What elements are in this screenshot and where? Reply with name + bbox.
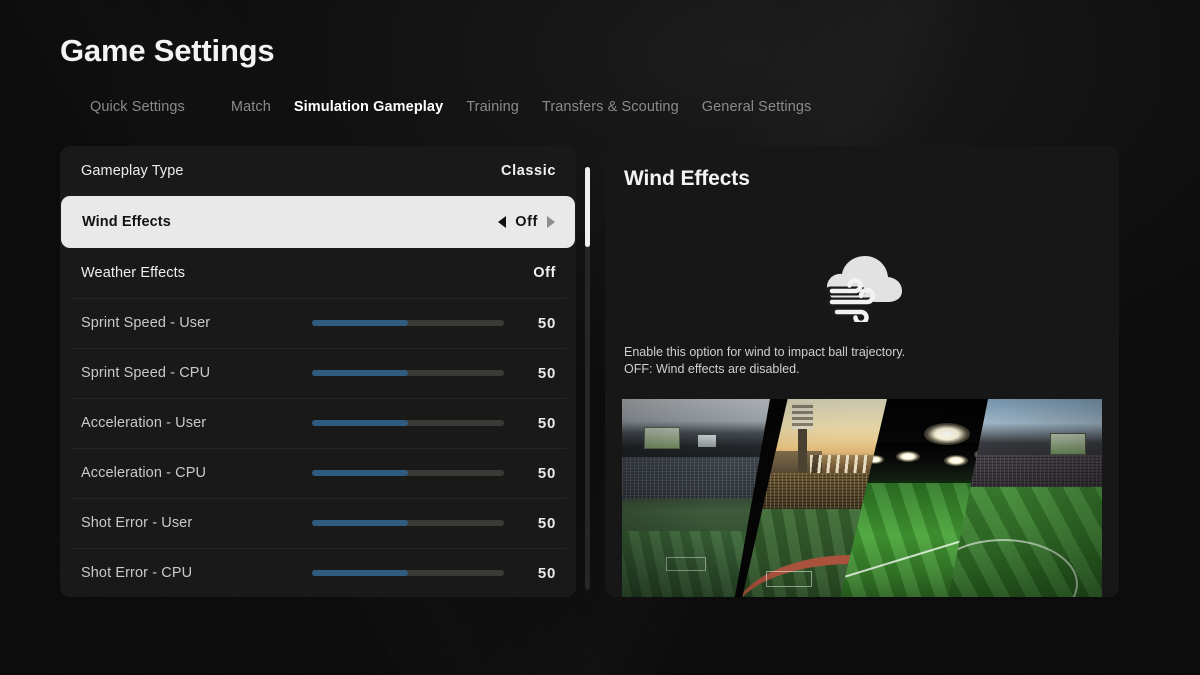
game-settings-screen: Game Settings Quick Settings Match Simulat… [0, 0, 1200, 675]
slider-fill [312, 520, 408, 526]
slider-track [312, 470, 504, 476]
settings-row-acceleration-user[interactable]: Acceleration - User 50 [60, 398, 576, 448]
settings-slider-value: 50 [537, 314, 556, 332]
settings-slider[interactable] [312, 370, 504, 376]
settings-row-label: Weather Effects [81, 265, 186, 281]
settings-row-sprint-speed-cpu[interactable]: Sprint Speed - CPU 50 [60, 348, 576, 398]
settings-list-scrollbar[interactable] [585, 167, 590, 590]
settings-row-label: Shot Error - User [81, 515, 193, 531]
settings-row-label: Sprint Speed - User [81, 315, 211, 331]
settings-row-value: Classic [501, 163, 556, 179]
tab-transfers-scouting[interactable]: Transfers & Scouting [519, 99, 679, 115]
settings-row-label: Sprint Speed - CPU [81, 365, 211, 381]
slider-track [312, 420, 504, 426]
settings-row-label: Gameplay Type [81, 163, 184, 179]
settings-row-label: Shot Error - CPU [81, 565, 193, 581]
settings-row-label: Acceleration - User [81, 415, 207, 431]
slider-fill [312, 320, 408, 326]
detail-description-line-1: Enable this option for wind to impact ba… [624, 345, 906, 359]
settings-row-acceleration-cpu[interactable]: Acceleration - CPU 50 [60, 448, 576, 498]
stadium-pane-1 [622, 399, 770, 597]
settings-slider-value: 50 [537, 464, 556, 482]
wind-cloud-icon [605, 250, 1119, 322]
settings-slider[interactable] [312, 320, 504, 326]
settings-row-label: Acceleration - CPU [81, 465, 207, 481]
tab-training[interactable]: Training [443, 99, 519, 115]
value-stepper[interactable]: Off [498, 214, 555, 230]
settings-row-gameplay-type[interactable]: Gameplay Type Classic [60, 146, 576, 196]
slider-fill [312, 420, 408, 426]
settings-slider-value: 50 [537, 514, 556, 532]
slider-track [312, 370, 504, 376]
settings-row-weather-effects[interactable]: Weather Effects Off [60, 248, 576, 298]
settings-slider[interactable] [312, 570, 504, 576]
detail-description-line-2: OFF: Wind effects are disabled. [624, 362, 800, 376]
settings-row-value: Off [515, 214, 538, 230]
slider-track [312, 520, 504, 526]
settings-row-sprint-speed-user[interactable]: Sprint Speed - User 50 [60, 298, 576, 348]
detail-panel: Wind Effects Enable this option for wind… [605, 146, 1119, 597]
detail-description: Enable this option for wind to impact ba… [624, 344, 1099, 378]
slider-fill [312, 570, 408, 576]
slider-track [312, 320, 504, 326]
slider-fill [312, 370, 408, 376]
tab-quick-settings[interactable]: Quick Settings [90, 99, 208, 115]
settings-row-label: Wind Effects [82, 214, 171, 230]
settings-row-wind-effects[interactable]: Wind Effects Off [61, 196, 575, 248]
detail-title: Wind Effects [624, 167, 750, 190]
settings-slider[interactable] [312, 420, 504, 426]
stadium-montage-image [622, 399, 1102, 597]
scrollbar-thumb[interactable] [585, 167, 590, 248]
chevron-right-icon[interactable] [547, 216, 555, 228]
slider-track [312, 570, 504, 576]
chevron-left-icon[interactable] [498, 216, 507, 228]
tab-simulation-gameplay[interactable]: Simulation Gameplay [271, 99, 443, 115]
page-title: Game Settings [60, 33, 275, 68]
settings-slider[interactable] [312, 520, 504, 526]
tab-match[interactable]: Match [208, 99, 271, 115]
settings-slider-value: 50 [537, 564, 556, 582]
settings-row-value: Off [533, 265, 556, 281]
settings-row-shot-error-cpu[interactable]: Shot Error - CPU 50 [60, 548, 576, 597]
settings-slider-value: 50 [537, 414, 556, 432]
settings-list-panel[interactable]: Gameplay Type Classic Wind Effects Off Weath… [60, 146, 576, 597]
slider-fill [312, 470, 408, 476]
settings-slider-value: 50 [537, 364, 556, 382]
settings-tab-bar: Quick Settings Match Simulation Gameplay Tr… [90, 99, 811, 115]
tab-general-settings[interactable]: General Settings [679, 99, 812, 115]
settings-slider[interactable] [312, 470, 504, 476]
settings-row-shot-error-user[interactable]: Shot Error - User 50 [60, 498, 576, 548]
